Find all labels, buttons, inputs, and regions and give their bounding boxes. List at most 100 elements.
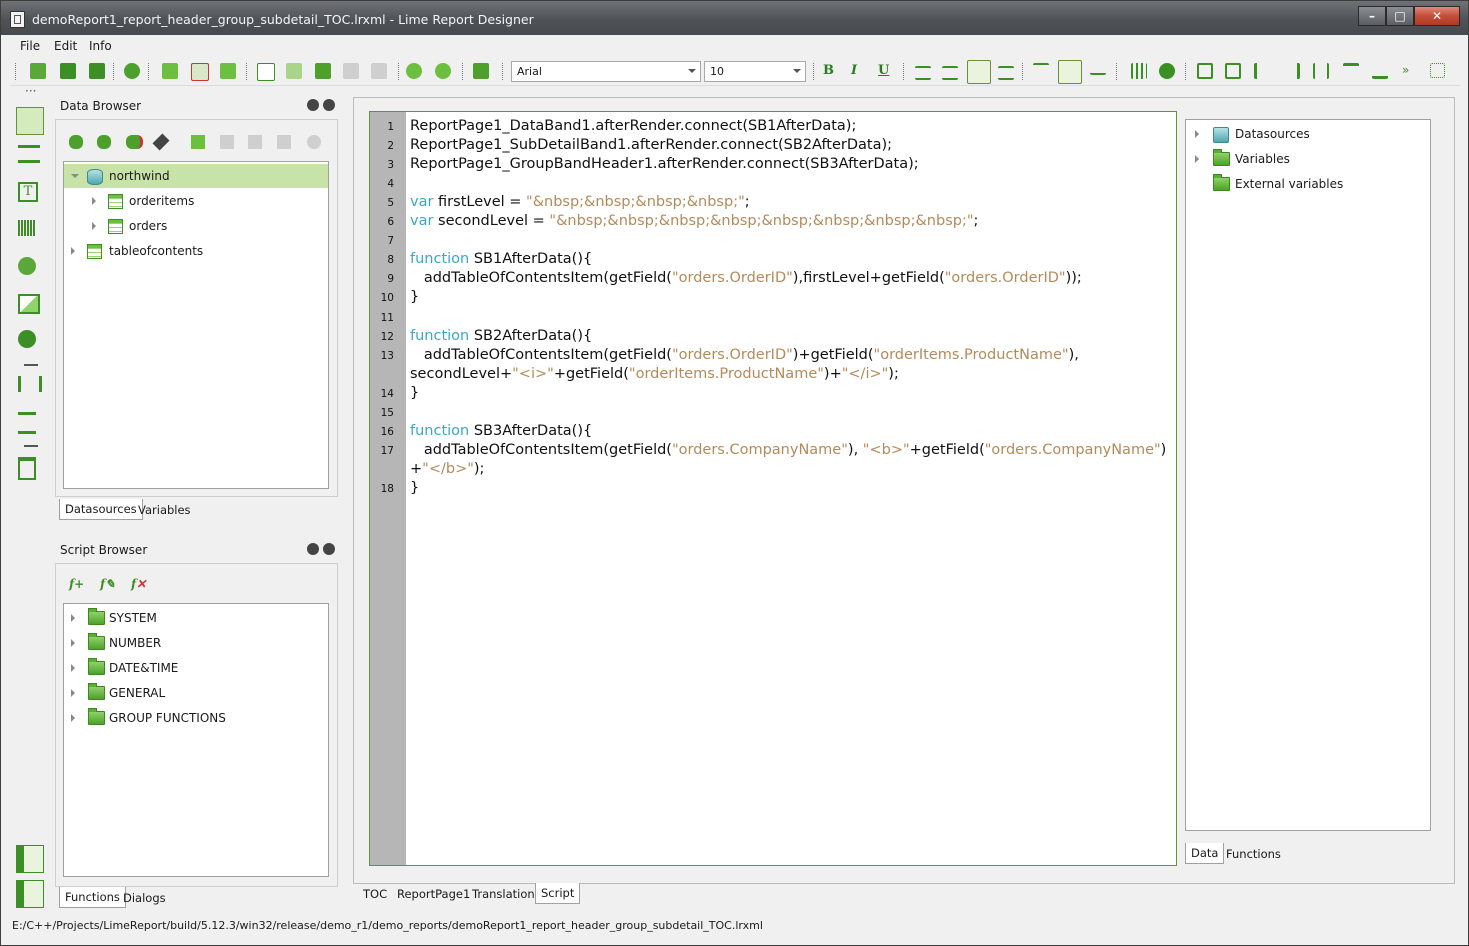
align-right-icon[interactable] — [967, 60, 991, 84]
align-bottom-edges-icon[interactable] — [1372, 63, 1388, 79]
align-top-edges-icon[interactable] — [1343, 63, 1359, 79]
add-band-icon[interactable] — [18, 145, 40, 163]
float-panel-icon[interactable] — [307, 543, 319, 555]
delete-page-icon[interactable] — [191, 63, 209, 81]
open-report-icon[interactable] — [60, 63, 76, 79]
close-button[interactable]: ✕ — [1414, 6, 1460, 26]
tree-item-external-variables[interactable]: External variables — [1186, 172, 1430, 196]
shape-item-icon[interactable] — [18, 330, 36, 348]
tree-item-system[interactable]: SYSTEM — [64, 606, 328, 630]
expand-arrow-icon[interactable] — [71, 247, 75, 255]
valign-top-icon[interactable] — [1033, 63, 1049, 75]
expand-arrow-icon[interactable] — [92, 197, 96, 205]
tab-data[interactable]: Data — [1185, 843, 1225, 864]
expand-arrow-icon[interactable] — [71, 689, 75, 697]
underline-button[interactable]: U — [878, 63, 889, 78]
align-right-edges-icon[interactable] — [1284, 63, 1300, 79]
maximize-button[interactable]: □ — [1386, 6, 1414, 26]
toggle-right-panel-icon[interactable] — [16, 880, 44, 908]
save-report-icon[interactable] — [89, 63, 105, 79]
expand-arrow-icon[interactable] — [1195, 130, 1199, 138]
expand-arrow-icon[interactable] — [1195, 155, 1199, 163]
add-table-icon[interactable] — [191, 135, 205, 149]
paste-icon[interactable] — [286, 63, 302, 79]
settings-gear-icon[interactable] — [124, 63, 140, 79]
tab-datasources[interactable]: Datasources — [59, 499, 143, 520]
align-to-right-icon[interactable] — [1225, 63, 1241, 79]
tab-script[interactable]: Script — [535, 883, 581, 904]
delete-datasource-icon[interactable] — [126, 135, 143, 149]
add-page-icon[interactable] — [162, 63, 178, 79]
toolbar-overflow-icon[interactable]: » — [1402, 63, 1409, 77]
align-to-left-icon[interactable] — [1197, 63, 1213, 79]
menu-file[interactable]: File — [20, 39, 40, 53]
tab-functions[interactable]: Functions — [59, 887, 126, 908]
script-editor[interactable]: 1 2 3 4 5 6 7 8 9 10 11 12 13 14 15 16 17 18 ReportPage1_… — [369, 111, 1177, 866]
tree-item-orderitems[interactable]: orderitems — [64, 189, 328, 213]
chart-item-icon[interactable] — [18, 257, 36, 275]
magnet-icon[interactable] — [1159, 63, 1175, 79]
barcode-item-icon[interactable] — [18, 220, 36, 236]
close-panel-icon[interactable] — [323, 543, 335, 555]
align-horizontal-center-icon[interactable] — [1313, 63, 1329, 79]
tab-functions-right[interactable]: Functions — [1220, 843, 1287, 865]
image-item-icon[interactable] — [18, 294, 40, 314]
add-dialog-icon[interactable] — [220, 63, 236, 79]
toggle-left-panel-icon[interactable] — [16, 845, 44, 873]
redo-icon[interactable] — [371, 63, 387, 79]
undo-icon[interactable] — [343, 63, 359, 79]
edit-datasource-icon[interactable] — [97, 135, 111, 149]
align-left-edges-icon[interactable] — [1254, 63, 1270, 79]
trash-icon[interactable] — [18, 457, 36, 480]
expand-arrow-icon[interactable] — [92, 222, 96, 230]
edit-table-icon[interactable] — [248, 135, 262, 149]
collapse-arrow-icon[interactable] — [71, 174, 79, 178]
horizontal-layout-icon[interactable] — [18, 412, 36, 434]
valign-center-icon[interactable] — [1058, 60, 1082, 84]
tree-item-number[interactable]: NUMBER — [64, 631, 328, 655]
select-frame-icon[interactable] — [1430, 63, 1445, 78]
float-panel-icon[interactable] — [307, 99, 319, 111]
tree-item-datetime[interactable]: DATE&TIME — [64, 656, 328, 680]
tree-item-orders[interactable]: orders — [64, 214, 328, 238]
font-size-select[interactable]: 10 — [704, 61, 806, 82]
close-panel-icon[interactable] — [323, 99, 335, 111]
valign-bottom-icon[interactable] — [1090, 63, 1106, 75]
align-justify-icon[interactable] — [998, 66, 1014, 80]
expand-arrow-icon[interactable] — [71, 614, 75, 622]
align-left-icon[interactable] — [915, 66, 931, 80]
expand-arrow-icon[interactable] — [71, 639, 75, 647]
expand-arrow-icon[interactable] — [71, 664, 75, 672]
menu-info[interactable]: Info — [89, 39, 112, 53]
zoom-in-icon[interactable] — [406, 63, 422, 79]
new-report-icon[interactable] — [30, 63, 46, 79]
select-tool-icon[interactable] — [16, 107, 44, 135]
tree-item-northwind[interactable]: northwind — [64, 164, 328, 188]
tree-item-datasources[interactable]: Datasources — [1186, 122, 1430, 146]
cut-icon[interactable] — [315, 63, 331, 79]
tree-item-variables[interactable]: Variables — [1186, 147, 1430, 171]
text-item-icon[interactable]: T — [18, 182, 38, 202]
menu-edit[interactable]: Edit — [54, 39, 77, 53]
bold-button[interactable]: B — [823, 63, 834, 78]
delete-table-icon[interactable] — [277, 135, 291, 149]
tab-dialogs[interactable]: Dialogs — [117, 887, 172, 909]
zoom-out-icon[interactable] — [435, 63, 451, 79]
tab-variables[interactable]: Variables — [132, 499, 197, 521]
edit-function-icon[interactable]: f✎ — [100, 577, 115, 591]
align-center-icon[interactable] — [942, 66, 958, 80]
font-name-select[interactable]: Arial — [511, 61, 701, 82]
view-table-icon[interactable] — [220, 135, 234, 149]
expand-arrow-icon[interactable] — [71, 714, 75, 722]
italic-button[interactable]: I — [851, 63, 857, 78]
help-icon[interactable] — [307, 135, 321, 149]
vertical-layout-icon[interactable] — [18, 376, 42, 392]
tree-item-general[interactable]: GENERAL — [64, 681, 328, 705]
add-datasource-icon[interactable] — [69, 135, 83, 149]
copy-icon[interactable] — [257, 63, 275, 81]
delete-function-icon[interactable]: f✕ — [131, 577, 146, 591]
minimize-button[interactable]: – — [1358, 6, 1386, 26]
tab-toc[interactable]: TOC — [357, 883, 393, 905]
add-function-icon[interactable]: f+ — [69, 577, 84, 591]
tab-reportpage1[interactable]: ReportPage1 — [391, 883, 476, 905]
